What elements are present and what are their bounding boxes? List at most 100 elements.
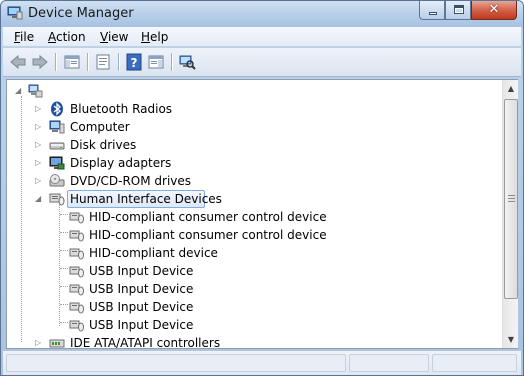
device-label: USB Input Device: [89, 282, 194, 296]
minimize-button[interactable]: [419, 1, 445, 20]
category-label: Display adapters: [70, 156, 172, 170]
action-pane-icon[interactable]: [147, 53, 165, 71]
menu-file[interactable]: File: [14, 30, 34, 44]
status-bar: [3, 350, 521, 375]
svg-text:?: ?: [131, 56, 138, 70]
category-label: IDE ATA/ATAPI controllers: [70, 336, 221, 348]
title-bar[interactable]: Device Manager ✕: [1, 1, 523, 27]
menu-view-rest: iew: [107, 30, 129, 44]
tree-category[interactable]: ▷ Computer: [7, 118, 502, 136]
display-adapter-icon: [49, 155, 65, 171]
show-hide-console-tree-icon[interactable]: [63, 53, 81, 71]
scrollbar-thumb[interactable]: [504, 99, 518, 299]
expand-arrow-icon[interactable]: ▷: [35, 104, 41, 113]
menu-help-accel: H: [141, 30, 151, 44]
tree-device[interactable]: HID-compliant consumer control device: [7, 226, 502, 244]
disk-drive-icon: [49, 137, 65, 153]
menu-view-accel: V: [100, 30, 108, 44]
tree-device[interactable]: USB Input Device: [7, 316, 502, 334]
menu-bar: File Action View Help: [3, 27, 521, 47]
tree-device[interactable]: HID-compliant device: [7, 244, 502, 262]
scroll-up-icon[interactable]: ▲: [503, 80, 519, 97]
device-label: USB Input Device: [89, 318, 194, 332]
device-manager-window: Device Manager ✕ File Action View Help ?: [0, 0, 524, 376]
tree-device[interactable]: USB Input Device: [7, 262, 502, 280]
scan-hardware-icon[interactable]: [178, 53, 196, 71]
collapse-arrow-icon[interactable]: ◢: [35, 194, 41, 203]
expand-arrow-icon[interactable]: ▷: [35, 176, 41, 185]
maximize-icon: [454, 5, 464, 14]
tree-category[interactable]: ▷ Disk drives: [7, 136, 502, 154]
device-label: HID-compliant consumer control device: [89, 228, 327, 242]
category-label: Disk drives: [70, 138, 137, 152]
device-manager-icon: [7, 6, 23, 20]
status-pane-secondary: [349, 354, 429, 372]
hid-icon: [49, 191, 65, 207]
category-label: Human Interface Devices: [70, 192, 222, 206]
device-tree-panel: ◢ ▷ Bluetooth Radios ▷ Computer ▷ Disk d…: [6, 79, 518, 349]
menu-help[interactable]: Help: [141, 30, 168, 44]
collapse-arrow-icon[interactable]: ◢: [15, 86, 21, 95]
tree-category[interactable]: ▷ Display adapters: [7, 154, 502, 172]
tree-device[interactable]: HID-compliant consumer control device: [7, 208, 502, 226]
window-title: Device Manager: [28, 6, 134, 21]
toolbar-separator: [171, 53, 172, 71]
menu-file-rest: ile: [20, 30, 35, 44]
toolbar-separator: [118, 53, 119, 71]
dvd-drive-icon: [49, 173, 65, 189]
expand-arrow-icon[interactable]: ▷: [35, 122, 41, 131]
back-arrow-icon[interactable]: [9, 53, 27, 71]
tree-category-selected[interactable]: ◢ Human Interface Devices: [7, 190, 502, 208]
thumb-grip: [508, 195, 515, 196]
device-label: HID-compliant device: [89, 246, 218, 260]
category-label: Bluetooth Radios: [70, 102, 173, 116]
help-icon[interactable]: ?: [125, 53, 143, 71]
bluetooth-icon: [49, 101, 65, 117]
hid-device-icon: [69, 263, 85, 279]
menu-action-accel: A: [48, 30, 56, 44]
hid-device-icon: [69, 227, 85, 243]
forward-arrow-icon[interactable]: [31, 53, 49, 71]
close-button[interactable]: ✕: [471, 1, 517, 20]
device-label: USB Input Device: [89, 264, 194, 278]
tree-category[interactable]: ▷ IDE ATA/ATAPI controllers: [7, 334, 502, 348]
thumb-grip: [508, 201, 515, 202]
device-tree[interactable]: ◢ ▷ Bluetooth Radios ▷ Computer ▷ Disk d…: [7, 80, 502, 348]
tree-category[interactable]: ▷ Bluetooth Radios: [7, 100, 502, 118]
hid-device-icon: [69, 299, 85, 315]
menu-action-rest: ction: [56, 30, 86, 44]
menu-help-rest: elp: [150, 30, 169, 44]
properties-icon[interactable]: [94, 53, 112, 71]
thumb-grip: [508, 198, 515, 199]
hid-device-icon: [69, 281, 85, 297]
ide-controller-icon: [49, 335, 65, 348]
expand-arrow-icon[interactable]: ▷: [35, 158, 41, 167]
menu-view[interactable]: View: [100, 30, 128, 44]
expand-arrow-icon[interactable]: ▷: [35, 338, 41, 347]
device-label: USB Input Device: [89, 300, 194, 314]
menu-action[interactable]: Action: [48, 30, 86, 44]
maximize-button[interactable]: [445, 1, 471, 20]
hid-device-icon: [69, 209, 85, 225]
toolbar-separator: [55, 53, 56, 71]
tree-device[interactable]: USB Input Device: [7, 298, 502, 316]
device-label: HID-compliant consumer control device: [89, 210, 327, 224]
computer-icon: [49, 119, 65, 135]
toolbar-separator: [87, 53, 88, 71]
scroll-down-icon[interactable]: ▼: [503, 331, 519, 348]
hid-device-icon: [69, 245, 85, 261]
tree-category[interactable]: ▷ DVD/CD-ROM drives: [7, 172, 502, 190]
category-label: Computer: [70, 120, 130, 134]
status-pane-tertiary: [432, 354, 517, 372]
vertical-scrollbar[interactable]: ▲ ▼: [502, 80, 518, 348]
toolbar: ?: [3, 48, 521, 77]
expand-arrow-icon[interactable]: ▷: [35, 140, 41, 149]
close-icon: ✕: [488, 2, 500, 17]
computer-network-icon: [27, 83, 43, 99]
hid-device-icon: [69, 317, 85, 333]
status-pane-main: [6, 354, 346, 372]
tree-root[interactable]: ◢: [7, 82, 502, 100]
category-label: DVD/CD-ROM drives: [70, 174, 192, 188]
minimize-icon: [429, 12, 437, 15]
tree-device[interactable]: USB Input Device: [7, 280, 502, 298]
